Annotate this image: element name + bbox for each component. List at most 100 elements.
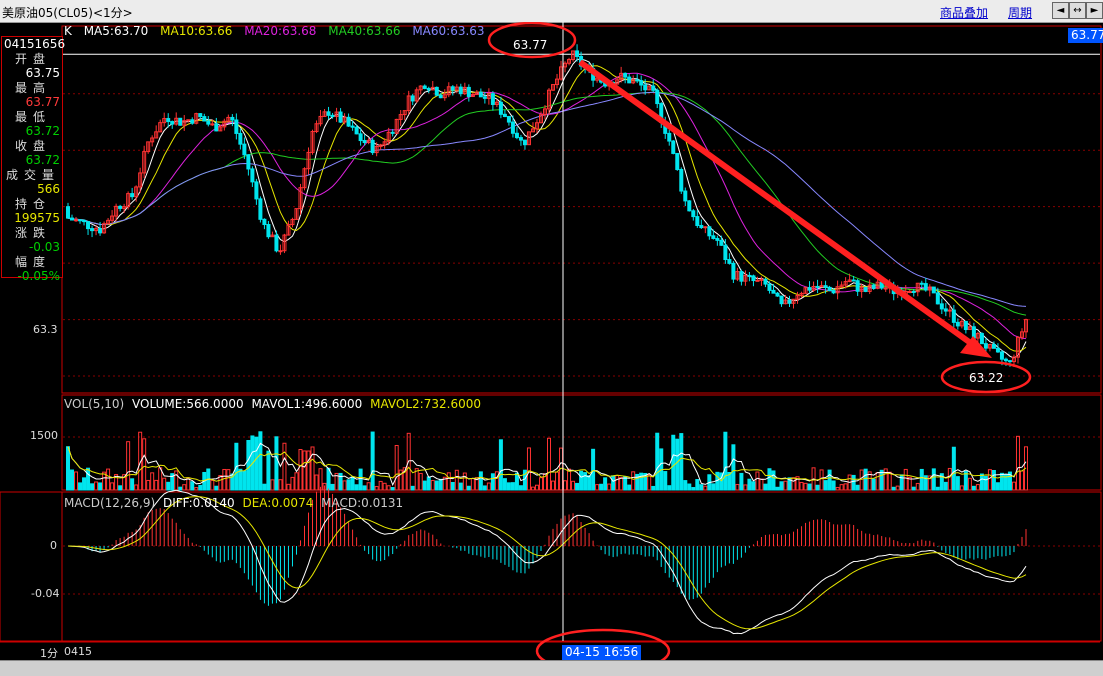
volume-bar xyxy=(82,477,87,491)
volume-bar xyxy=(198,484,203,491)
volume-bar xyxy=(134,484,139,491)
period-button[interactable]: 周期 xyxy=(1008,4,1032,21)
candle-body xyxy=(787,299,792,304)
candle-body xyxy=(703,226,708,229)
candle-body xyxy=(426,87,431,91)
volume-bar xyxy=(675,438,680,491)
candle-body xyxy=(671,140,676,154)
macd-axis-tick-neg: -0.04 xyxy=(31,587,60,600)
volume-bar xyxy=(130,478,135,491)
quote-code: 04151656 xyxy=(4,37,66,51)
volume-bar xyxy=(651,485,656,491)
volume-bar xyxy=(294,472,299,491)
volume-bar xyxy=(791,477,796,491)
volume-bar xyxy=(871,478,876,491)
volume-bar xyxy=(555,471,560,491)
candle-body xyxy=(362,140,367,144)
legend-macd-label: MACD(12,26,9) xyxy=(64,496,156,510)
volume-bar xyxy=(346,479,351,491)
volume-bar xyxy=(450,481,455,491)
volume-bar xyxy=(514,472,519,491)
candle-body xyxy=(254,181,259,200)
candle-body xyxy=(246,154,251,170)
volume-bar xyxy=(366,482,371,491)
volume-bar xyxy=(851,474,856,491)
volume-bar xyxy=(667,485,672,491)
volume-bar xyxy=(587,475,592,491)
zoom-icon[interactable]: ↔ xyxy=(1069,2,1086,19)
moving-average-lines xyxy=(67,58,1027,359)
volume-bar xyxy=(671,434,676,491)
volume-bar xyxy=(506,482,511,491)
candle-body xyxy=(699,224,704,229)
scroll-left-icon[interactable]: ◄ xyxy=(1052,2,1069,19)
info-value: 566 xyxy=(37,182,60,196)
candle-body xyxy=(262,218,267,226)
volume-bar xyxy=(711,483,716,491)
volume-bar xyxy=(919,468,924,491)
info-label: 收盘 xyxy=(14,138,51,153)
volume-bar xyxy=(438,478,443,491)
volume-bar xyxy=(735,483,740,491)
volume-bar xyxy=(859,469,864,491)
candle-body xyxy=(935,292,940,305)
candle-body xyxy=(767,283,772,291)
volume-bar xyxy=(306,450,311,491)
volume-bar xyxy=(174,470,179,491)
volume-bar xyxy=(274,436,279,491)
scroll-right-icon[interactable]: ► xyxy=(1086,2,1103,19)
high-annotation: 63.77 xyxy=(513,38,548,52)
volume-bar xyxy=(879,469,884,491)
low-annotation: 63.22 xyxy=(969,371,1004,385)
candle-body xyxy=(338,111,343,123)
volume-bar xyxy=(394,444,399,491)
volume-bar xyxy=(743,484,748,491)
legend-mavol2: MAVOL2:732.6000 xyxy=(370,397,481,411)
candle-body xyxy=(350,125,355,128)
volume-bar xyxy=(855,484,860,491)
volume-bar xyxy=(967,477,972,491)
candle-body xyxy=(623,72,628,78)
volume-bar xyxy=(190,481,195,491)
candle-body xyxy=(458,86,463,95)
volume-bar xyxy=(783,480,788,491)
volume-bar xyxy=(78,482,83,491)
info-label: 幅度 xyxy=(14,254,51,269)
volume-bar xyxy=(763,483,768,491)
volume-bar xyxy=(1011,481,1016,491)
legend-dea: DEA:0.0074 xyxy=(242,496,314,510)
volume-bar xyxy=(951,446,956,491)
candle-body xyxy=(482,96,487,99)
volume-bar xyxy=(126,441,131,491)
candle-body xyxy=(326,111,331,116)
candle-body xyxy=(979,333,984,345)
candle-body xyxy=(210,123,215,126)
candle-body xyxy=(763,278,768,285)
volume-bar xyxy=(354,484,359,491)
volume-bar xyxy=(222,468,227,491)
candle-body xyxy=(715,237,720,241)
volume-bar xyxy=(767,468,772,491)
volume-bar xyxy=(310,446,315,491)
candle-body xyxy=(719,239,724,246)
volume-bar xyxy=(286,483,291,491)
volume-bar xyxy=(895,485,900,491)
candle-body xyxy=(346,116,351,127)
candle-body xyxy=(911,290,916,293)
candle-body xyxy=(771,289,776,294)
candle-body xyxy=(723,244,728,261)
candle-body xyxy=(242,143,247,156)
volume-bar xyxy=(843,483,848,491)
volume-bar xyxy=(687,483,692,491)
overlay-button[interactable]: 商品叠加 xyxy=(940,4,988,21)
info-value: 63.72 xyxy=(25,124,60,138)
volume-legend: VOL(5,10) VOLUME:566.0000 MAVOL1:496.600… xyxy=(64,397,489,411)
volume-bar xyxy=(803,482,808,491)
candle-body xyxy=(731,262,736,280)
candle-body xyxy=(991,343,996,349)
chart-canvas[interactable] xyxy=(0,22,1103,660)
volume-bar xyxy=(430,480,435,491)
volume-bar xyxy=(655,432,660,491)
volume-bar xyxy=(426,476,431,491)
volume-bar xyxy=(298,449,303,491)
